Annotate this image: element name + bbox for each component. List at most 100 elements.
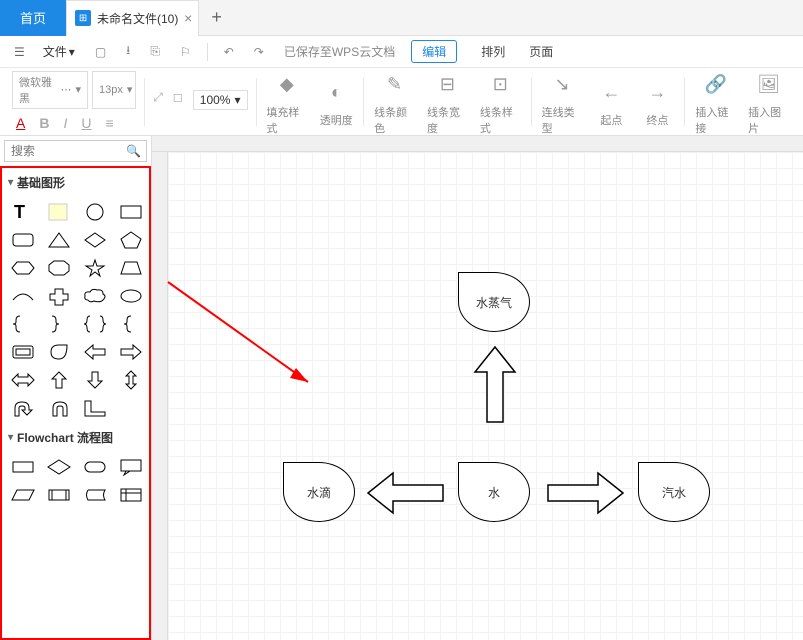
ruler-horizontal: [152, 136, 803, 152]
tab-file-label: 未命名文件(10): [97, 10, 178, 27]
shape-arrow-left[interactable]: [78, 339, 112, 365]
shape-braces[interactable]: [78, 311, 112, 337]
chevron-down-icon: ▾: [69, 45, 75, 59]
ruler-vertical: [152, 152, 168, 640]
search-icon[interactable]: 🔍: [126, 144, 141, 158]
node-vapor[interactable]: 水蒸气: [458, 272, 530, 332]
tab-file[interactable]: ⊞ 未命名文件(10) ×: [66, 0, 199, 36]
end-point-icon[interactable]: →: [640, 76, 674, 110]
file-menu[interactable]: 文件 ▾: [35, 39, 83, 64]
shape-teardrop[interactable]: [42, 339, 76, 365]
shape-uturn-right[interactable]: [42, 395, 76, 421]
opacity-icon[interactable]: ◐: [319, 76, 353, 110]
shape-hexagon[interactable]: [6, 255, 40, 281]
tab-add-button[interactable]: +: [199, 7, 234, 28]
end-point-label: 终点: [646, 112, 668, 128]
arrow-right-shape[interactable]: [543, 470, 623, 516]
zoom-fit-icon[interactable]: ◻: [173, 90, 183, 110]
fill-style-icon[interactable]: ◆: [270, 68, 304, 102]
export-icon[interactable]: ⎘: [142, 40, 168, 63]
shape-brace-left[interactable]: [6, 311, 40, 337]
shape-fc-predefined[interactable]: [42, 482, 76, 508]
insert-image-label: 插入图片: [748, 104, 789, 136]
shape-fc-callout[interactable]: [114, 454, 148, 480]
shape-star[interactable]: [78, 255, 112, 281]
underline-button[interactable]: U: [77, 113, 95, 133]
node-soda[interactable]: 汽水: [638, 462, 710, 522]
shape-fc-process[interactable]: [6, 454, 40, 480]
section-basic-shapes[interactable]: 基础图形: [2, 168, 149, 197]
shape-fc-stored[interactable]: [78, 482, 112, 508]
shape-text[interactable]: T: [6, 199, 40, 225]
download-icon[interactable]: ⭳: [118, 37, 138, 66]
shape-corner[interactable]: [78, 395, 112, 421]
zoom-out-icon[interactable]: ⤢: [153, 90, 163, 110]
shape-pentagon[interactable]: [114, 227, 148, 253]
basic-shapes-grid: T: [2, 197, 149, 423]
font-family-select[interactable]: 微软雅黑⋯▾: [12, 71, 88, 109]
shape-fc-internal[interactable]: [114, 482, 148, 508]
shape-cloud[interactable]: [78, 283, 112, 309]
shape-rect[interactable]: [114, 199, 148, 225]
node-droplet[interactable]: 水滴: [283, 462, 355, 522]
line-style-icon[interactable]: ⊡: [483, 68, 517, 102]
line-color-icon[interactable]: ✎: [378, 68, 412, 102]
chevron-down-icon: ▾: [127, 83, 133, 96]
shape-fc-terminator[interactable]: [78, 454, 112, 480]
shape-uturn-left[interactable]: [6, 395, 40, 421]
shape-brace-right[interactable]: [42, 311, 76, 337]
shape-roundrect[interactable]: [6, 227, 40, 253]
save-status: 已保存至WPS云文档: [284, 43, 395, 60]
connector-type-icon[interactable]: ↘: [545, 68, 579, 102]
shape-ellipse[interactable]: [114, 283, 148, 309]
shape-arrow-bidir-h[interactable]: [6, 367, 40, 393]
shape-fc-data[interactable]: [6, 482, 40, 508]
bold-button[interactable]: B: [35, 113, 53, 133]
font-size-select[interactable]: 13px▾: [92, 71, 136, 109]
annotation-arrow: [168, 282, 328, 402]
shape-arrow-bidir-v[interactable]: [114, 367, 148, 393]
canvas[interactable]: 水蒸气 水滴 水 汽水: [168, 152, 803, 640]
arrow-left-shape[interactable]: [368, 470, 448, 516]
shape-frame[interactable]: [6, 339, 40, 365]
shape-octagon[interactable]: [42, 255, 76, 281]
close-icon[interactable]: ×: [184, 10, 192, 26]
shape-circle[interactable]: [78, 199, 112, 225]
shape-trapezoid[interactable]: [114, 255, 148, 281]
section-flowchart[interactable]: Flowchart 流程图: [2, 423, 149, 452]
align-button[interactable]: ≡: [101, 113, 117, 133]
fill-style-label: 填充样式: [266, 104, 307, 136]
svg-text:T: T: [14, 202, 25, 222]
insert-link-icon[interactable]: 🔗: [699, 68, 733, 102]
shape-plus[interactable]: [42, 283, 76, 309]
chevron-down-icon: ▾: [234, 93, 240, 107]
zoom-select[interactable]: 100%▾: [193, 90, 248, 110]
start-point-icon[interactable]: ←: [594, 76, 628, 110]
edit-button[interactable]: 编辑: [411, 40, 457, 63]
page-menu[interactable]: 页面: [529, 43, 553, 60]
shape-note[interactable]: [42, 199, 76, 225]
font-color-button[interactable]: A: [12, 113, 29, 133]
undo-icon[interactable]: ↶: [216, 41, 242, 63]
node-water[interactable]: 水: [458, 462, 530, 522]
arrange-menu[interactable]: 排列: [481, 43, 505, 60]
shape-diamond[interactable]: [78, 227, 112, 253]
arrow-up-shape[interactable]: [470, 347, 520, 427]
hamburger-icon[interactable]: ☰: [8, 41, 31, 63]
shape-arrow-up[interactable]: [42, 367, 76, 393]
shape-brace-single[interactable]: [114, 311, 148, 337]
tab-home[interactable]: 首页: [0, 0, 66, 36]
shape-arrow-right[interactable]: [114, 339, 148, 365]
shape-fc-decision[interactable]: [42, 454, 76, 480]
shape-arrow-down[interactable]: [78, 367, 112, 393]
start-point-label: 起点: [600, 112, 622, 128]
new-doc-icon[interactable]: ▢: [87, 41, 114, 63]
shape-triangle[interactable]: [42, 227, 76, 253]
format-paint-icon[interactable]: ⚐: [172, 41, 199, 63]
italic-button[interactable]: I: [59, 113, 71, 133]
shape-arc[interactable]: [6, 283, 40, 309]
insert-image-icon[interactable]: 🖼: [752, 68, 786, 102]
redo-icon[interactable]: ↷: [246, 41, 272, 63]
line-width-icon[interactable]: ⊟: [430, 68, 464, 102]
shape-blank[interactable]: [114, 395, 148, 421]
